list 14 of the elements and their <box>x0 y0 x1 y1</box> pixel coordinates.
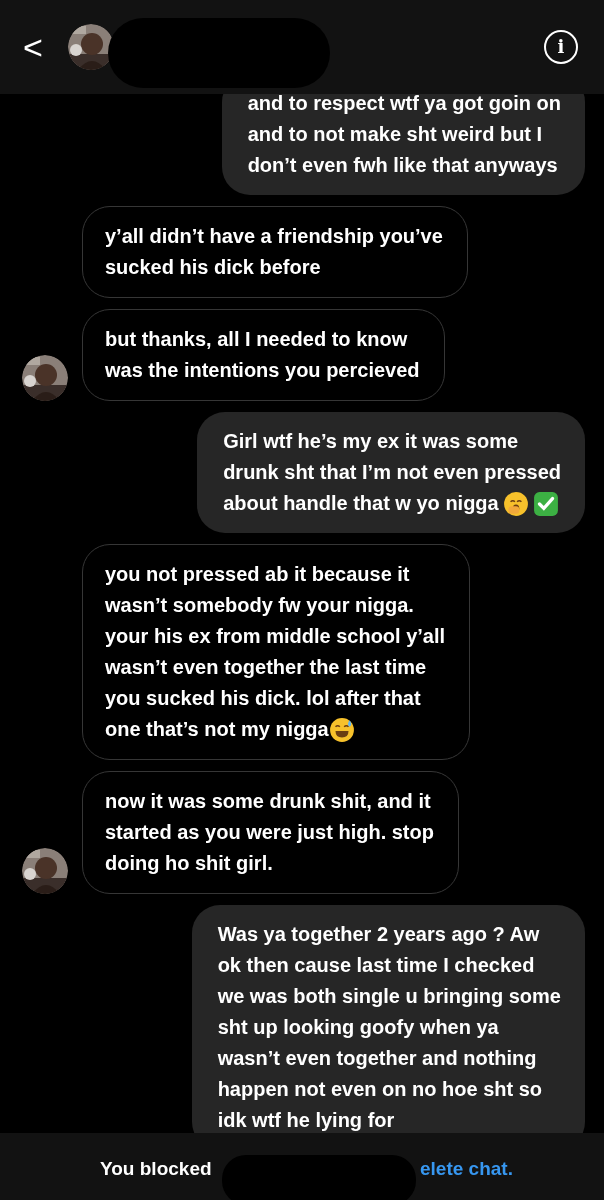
grinning-sweat-icon <box>328 716 355 743</box>
message-text: but thanks, all I needed to know was the intentions you percieved <box>105 327 420 383</box>
back-button[interactable]: < <box>22 30 44 64</box>
message-text: now it was some drunk shit, and it started as you were just high. stop doing ho shit girl. <box>105 789 434 876</box>
message-text: y’all didn’t have a friendship you’ve sucked his dick before <box>105 224 443 280</box>
message-text: Was ya together 2 years ago ? Aw ok then cause last time I checked we was both single u bringing some sht up looking goofy when ya wasn’t even together and nothing happen not even on no hoe sht so idk wtf he lying for <box>217 922 561 1133</box>
blocked-notice: You blocked <box>100 1157 212 1181</box>
message-text: one that’s not my nigga <box>105 717 329 742</box>
check-mark-icon <box>532 490 559 517</box>
yawning-face-icon <box>502 490 529 517</box>
message-text: about handle that w yo nigga <box>223 491 499 516</box>
delete-chat-link[interactable]: elete chat. <box>420 1155 513 1184</box>
info-button[interactable]: i <box>544 30 578 64</box>
message-text: and to respect wtf ya got goin on and to not make sht weird but I don’t even fwh like that anyways <box>247 91 561 178</box>
